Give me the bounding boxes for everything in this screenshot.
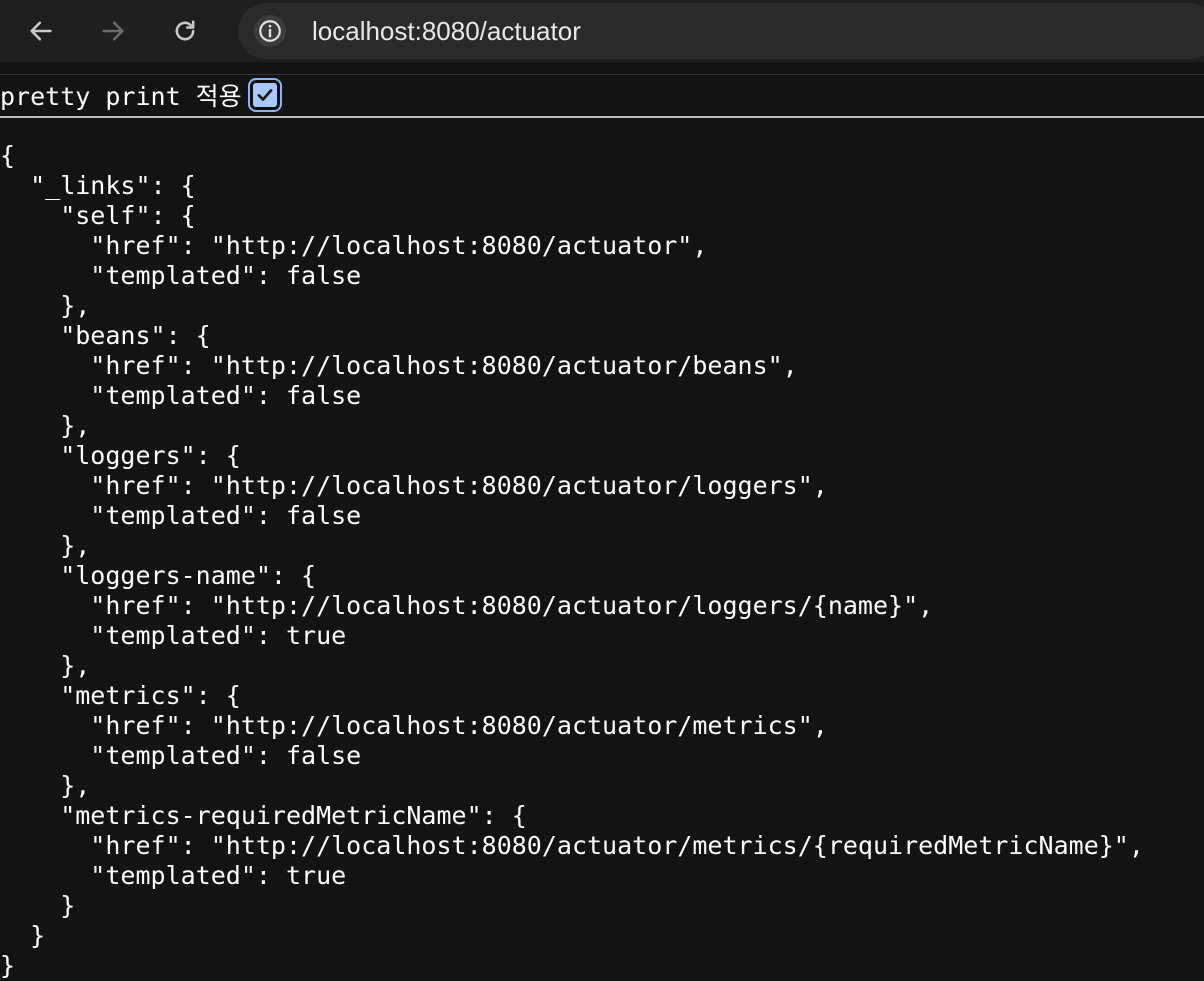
json-line: "href": "http://localhost:8080/actuator/…: [0, 471, 828, 500]
json-line: "href": "http://localhost:8080/actuator"…: [0, 231, 708, 260]
address-bar[interactable]: localhost:8080/actuator: [238, 3, 1204, 59]
json-line: "templated": false: [0, 741, 362, 770]
json-line: },: [0, 531, 91, 560]
json-line: "templated": true: [0, 621, 347, 650]
json-line: "href": "http://localhost:8080/actuator/…: [0, 591, 934, 620]
toolbar-divider: [0, 74, 1204, 75]
json-line: },: [0, 651, 91, 680]
checkmark-icon: [257, 89, 273, 101]
pretty-print-checkbox[interactable]: [248, 78, 282, 112]
json-line: "loggers-name": {: [0, 561, 317, 590]
json-line: "loggers": {: [0, 441, 241, 470]
pretty-print-label: pretty print 적용: [0, 82, 242, 111]
json-line: },: [0, 771, 91, 800]
json-line: "href": "http://localhost:8080/actuator/…: [0, 351, 798, 380]
json-line: }: [0, 921, 46, 950]
arrow-right-icon: [102, 21, 124, 41]
url-text[interactable]: localhost:8080/actuator: [312, 17, 581, 45]
arrow-left-icon: [30, 21, 52, 41]
json-line: "href": "http://localhost:8080/actuator/…: [0, 711, 828, 740]
json-line: },: [0, 291, 91, 320]
json-line: "metrics": {: [0, 681, 241, 710]
reload-button[interactable]: [168, 14, 202, 48]
json-line: "templated": false: [0, 381, 362, 410]
json-line: "self": {: [0, 201, 196, 230]
json-line: "templated": false: [0, 501, 362, 530]
json-line: "metrics-requiredMetricName": {: [0, 801, 527, 830]
json-line: "beans": {: [0, 321, 211, 350]
json-line: {: [0, 141, 16, 170]
browser-toolbar: localhost:8080/actuator: [0, 0, 1204, 62]
json-line: }: [0, 891, 76, 920]
info-circle-icon: [259, 20, 281, 42]
json-line: },: [0, 411, 91, 440]
forward-button[interactable]: [96, 14, 130, 48]
json-line: "href": "http://localhost:8080/actuator/…: [0, 831, 1144, 860]
json-line: "_links": {: [0, 171, 196, 200]
pretty-print-bar: pretty print 적용: [0, 76, 1204, 118]
site-info-button[interactable]: [254, 15, 286, 47]
json-line: "templated": false: [0, 261, 362, 290]
json-line: }: [0, 951, 16, 980]
reload-icon: [175, 20, 195, 41]
back-button[interactable]: [24, 14, 58, 48]
json-line: "templated": true: [0, 861, 347, 890]
json-content: { "_links": { "self": { "href": "http://…: [0, 141, 1144, 981]
